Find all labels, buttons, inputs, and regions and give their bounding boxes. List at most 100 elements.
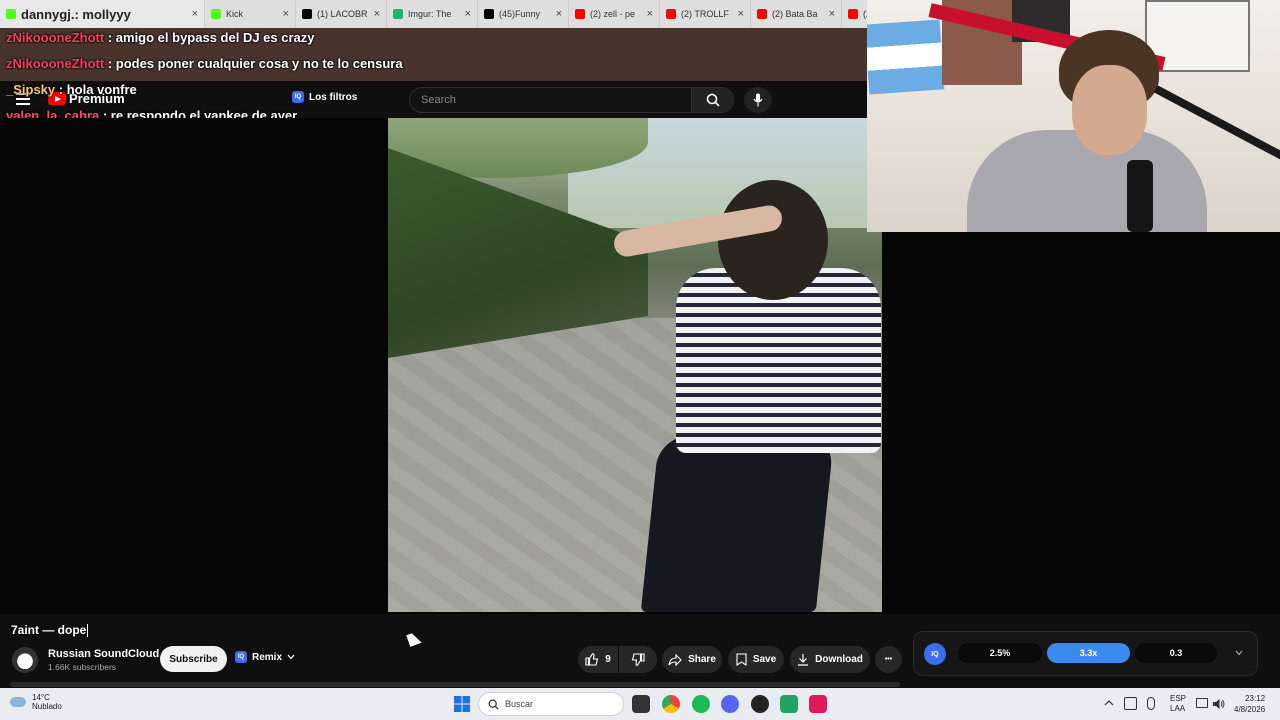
more-actions-button[interactable]: •••: [875, 646, 902, 673]
thumbs-down-icon: [631, 653, 645, 666]
chrome-icon[interactable]: [662, 695, 680, 713]
tab-close-icon[interactable]: ×: [283, 8, 289, 20]
browser-tab[interactable]: dannygj.: mollyyy ×: [0, 0, 205, 28]
tab-favicon-icon: [484, 9, 494, 19]
browser-tab[interactable]: (2) Bata Ba ×: [751, 0, 842, 28]
video-title: 7aint — dope: [11, 623, 89, 638]
tab-favicon-icon: [302, 9, 312, 19]
more-icon: •••: [884, 656, 893, 663]
download-icon: [798, 654, 809, 666]
browser-tab[interactable]: Imgur: The ×: [387, 0, 478, 28]
webcam-overlay: [867, 0, 1280, 232]
chevron-down-icon[interactable]: [1235, 650, 1243, 656]
mouse-cursor-icon: [406, 631, 422, 647]
tab-close-icon[interactable]: ×: [738, 8, 744, 20]
channel-info[interactable]: Russian SoundCloud 1.66K subscribers: [12, 647, 159, 673]
browser-tab[interactable]: (45)Funny ×: [478, 0, 569, 28]
tab-label: dannygj.: mollyyy: [21, 6, 131, 22]
chat-text: : amigo el bypass del DJ es crazy: [107, 30, 315, 45]
tab-close-icon[interactable]: ×: [647, 8, 653, 20]
person-head: [718, 180, 828, 300]
chat-text: : hola vonfre: [58, 82, 137, 97]
chevron-up-icon[interactable]: [1104, 699, 1114, 707]
obs-icon[interactable]: [751, 695, 769, 713]
weather-condition: Nublado: [32, 702, 62, 711]
iq-logo-icon[interactable]: IQ: [924, 643, 946, 665]
save-label: Save: [752, 654, 777, 665]
iq-stat[interactable]: 0.3: [1135, 643, 1217, 663]
browser-tab[interactable]: (2) zell - pe ×: [569, 0, 660, 28]
download-button[interactable]: Download: [790, 646, 870, 673]
like-button[interactable]: 9: [578, 646, 618, 673]
search-box: [409, 87, 734, 113]
windows-taskbar: 14°C Nublado Buscar ESP LAA 23:12 4/8/20…: [0, 688, 1280, 720]
tab-favicon-icon: [393, 9, 403, 19]
tab-label: (2) zell - pe: [590, 9, 636, 19]
tab-favicon-icon: [6, 9, 16, 19]
like-count: 9: [605, 654, 611, 665]
chevron-down-icon: [287, 654, 295, 660]
filters-button[interactable]: IQ Los filtros: [292, 91, 357, 103]
network-off-icon[interactable]: [1124, 697, 1137, 710]
chat-message: _Sipsky : hola vonfre: [6, 82, 137, 97]
system-clock[interactable]: 23:12 4/8/2026: [1234, 693, 1265, 715]
save-button[interactable]: Save: [728, 646, 784, 673]
share-button[interactable]: Share: [662, 646, 722, 673]
tab-close-icon[interactable]: ×: [465, 8, 471, 20]
iq-icon: IQ: [292, 91, 304, 103]
search-input[interactable]: [410, 88, 691, 112]
share-label: Share: [688, 654, 716, 665]
channel-name[interactable]: Russian SoundCloud: [48, 648, 159, 660]
voice-search-button[interactable]: [744, 87, 772, 113]
chat-message: zNikoooneZhott : podes poner cualquier c…: [6, 56, 403, 71]
language-indicator[interactable]: ESP LAA: [1170, 694, 1186, 714]
filters-label: Los filtros: [309, 91, 358, 103]
chat-text: : podes poner cualquier cosa y no te lo …: [107, 56, 403, 71]
browser-tab[interactable]: Kick ×: [205, 0, 296, 28]
tab-favicon-icon: [666, 9, 676, 19]
spotify-icon[interactable]: [692, 695, 710, 713]
microphone-tray-icon[interactable]: [1147, 697, 1155, 710]
tab-close-icon[interactable]: ×: [374, 8, 380, 20]
download-label: Download: [815, 654, 863, 665]
chat-message: zNikoooneZhott : amigo el bypass del DJ …: [6, 30, 315, 45]
spreadsheet-icon[interactable]: [780, 695, 798, 713]
volume-icon[interactable]: [1212, 698, 1225, 710]
discord-icon[interactable]: [721, 695, 739, 713]
tab-close-icon[interactable]: ×: [556, 8, 562, 20]
subscriber-count: 1.66K subscribers: [48, 662, 117, 672]
channel-avatar[interactable]: [12, 647, 38, 673]
tab-label: Imgur: The: [408, 9, 452, 19]
tab-label: Kick: [226, 9, 244, 19]
video-frame[interactable]: [388, 118, 882, 612]
tab-label: (45)Funny: [499, 9, 541, 19]
display-icon[interactable]: [1196, 698, 1208, 708]
chat-username: zNikoooneZhott: [6, 30, 105, 45]
tab-favicon-icon: [757, 9, 767, 19]
clock-time: 23:12: [1245, 694, 1266, 703]
browser-tab[interactable]: (1) LACOBR ×: [296, 0, 387, 28]
microphone-icon: [753, 93, 763, 107]
iq-speed[interactable]: 3.3x: [1047, 643, 1130, 663]
tab-favicon-icon: [848, 9, 858, 19]
tab-close-icon[interactable]: ×: [192, 8, 198, 20]
tiktok-icon[interactable]: [809, 695, 827, 713]
chat-username: zNikoooneZhott: [6, 56, 105, 71]
search-button[interactable]: [691, 88, 733, 112]
tab-close-icon[interactable]: ×: [829, 8, 835, 20]
taskbar-search[interactable]: Buscar: [478, 692, 624, 716]
iq-stat[interactable]: 2.5%: [958, 643, 1042, 663]
remix-button[interactable]: IQ Remix: [235, 651, 295, 663]
streamer-microphone: [1127, 160, 1153, 232]
browser-tab[interactable]: (2) TROLLF ×: [660, 0, 751, 28]
weather-widget[interactable]: 14°C Nublado: [10, 693, 62, 711]
streamer-face: [1072, 65, 1147, 155]
bookmark-icon: [736, 653, 747, 666]
windows-start-icon[interactable]: [454, 696, 470, 712]
tab-favicon-icon: [575, 9, 585, 19]
dislike-button[interactable]: [619, 646, 657, 673]
files-icon[interactable]: [632, 695, 650, 713]
thumbs-up-icon: [585, 653, 599, 666]
subscribe-button[interactable]: Subscribe: [160, 646, 227, 672]
horizontal-scrollbar[interactable]: [10, 682, 900, 687]
